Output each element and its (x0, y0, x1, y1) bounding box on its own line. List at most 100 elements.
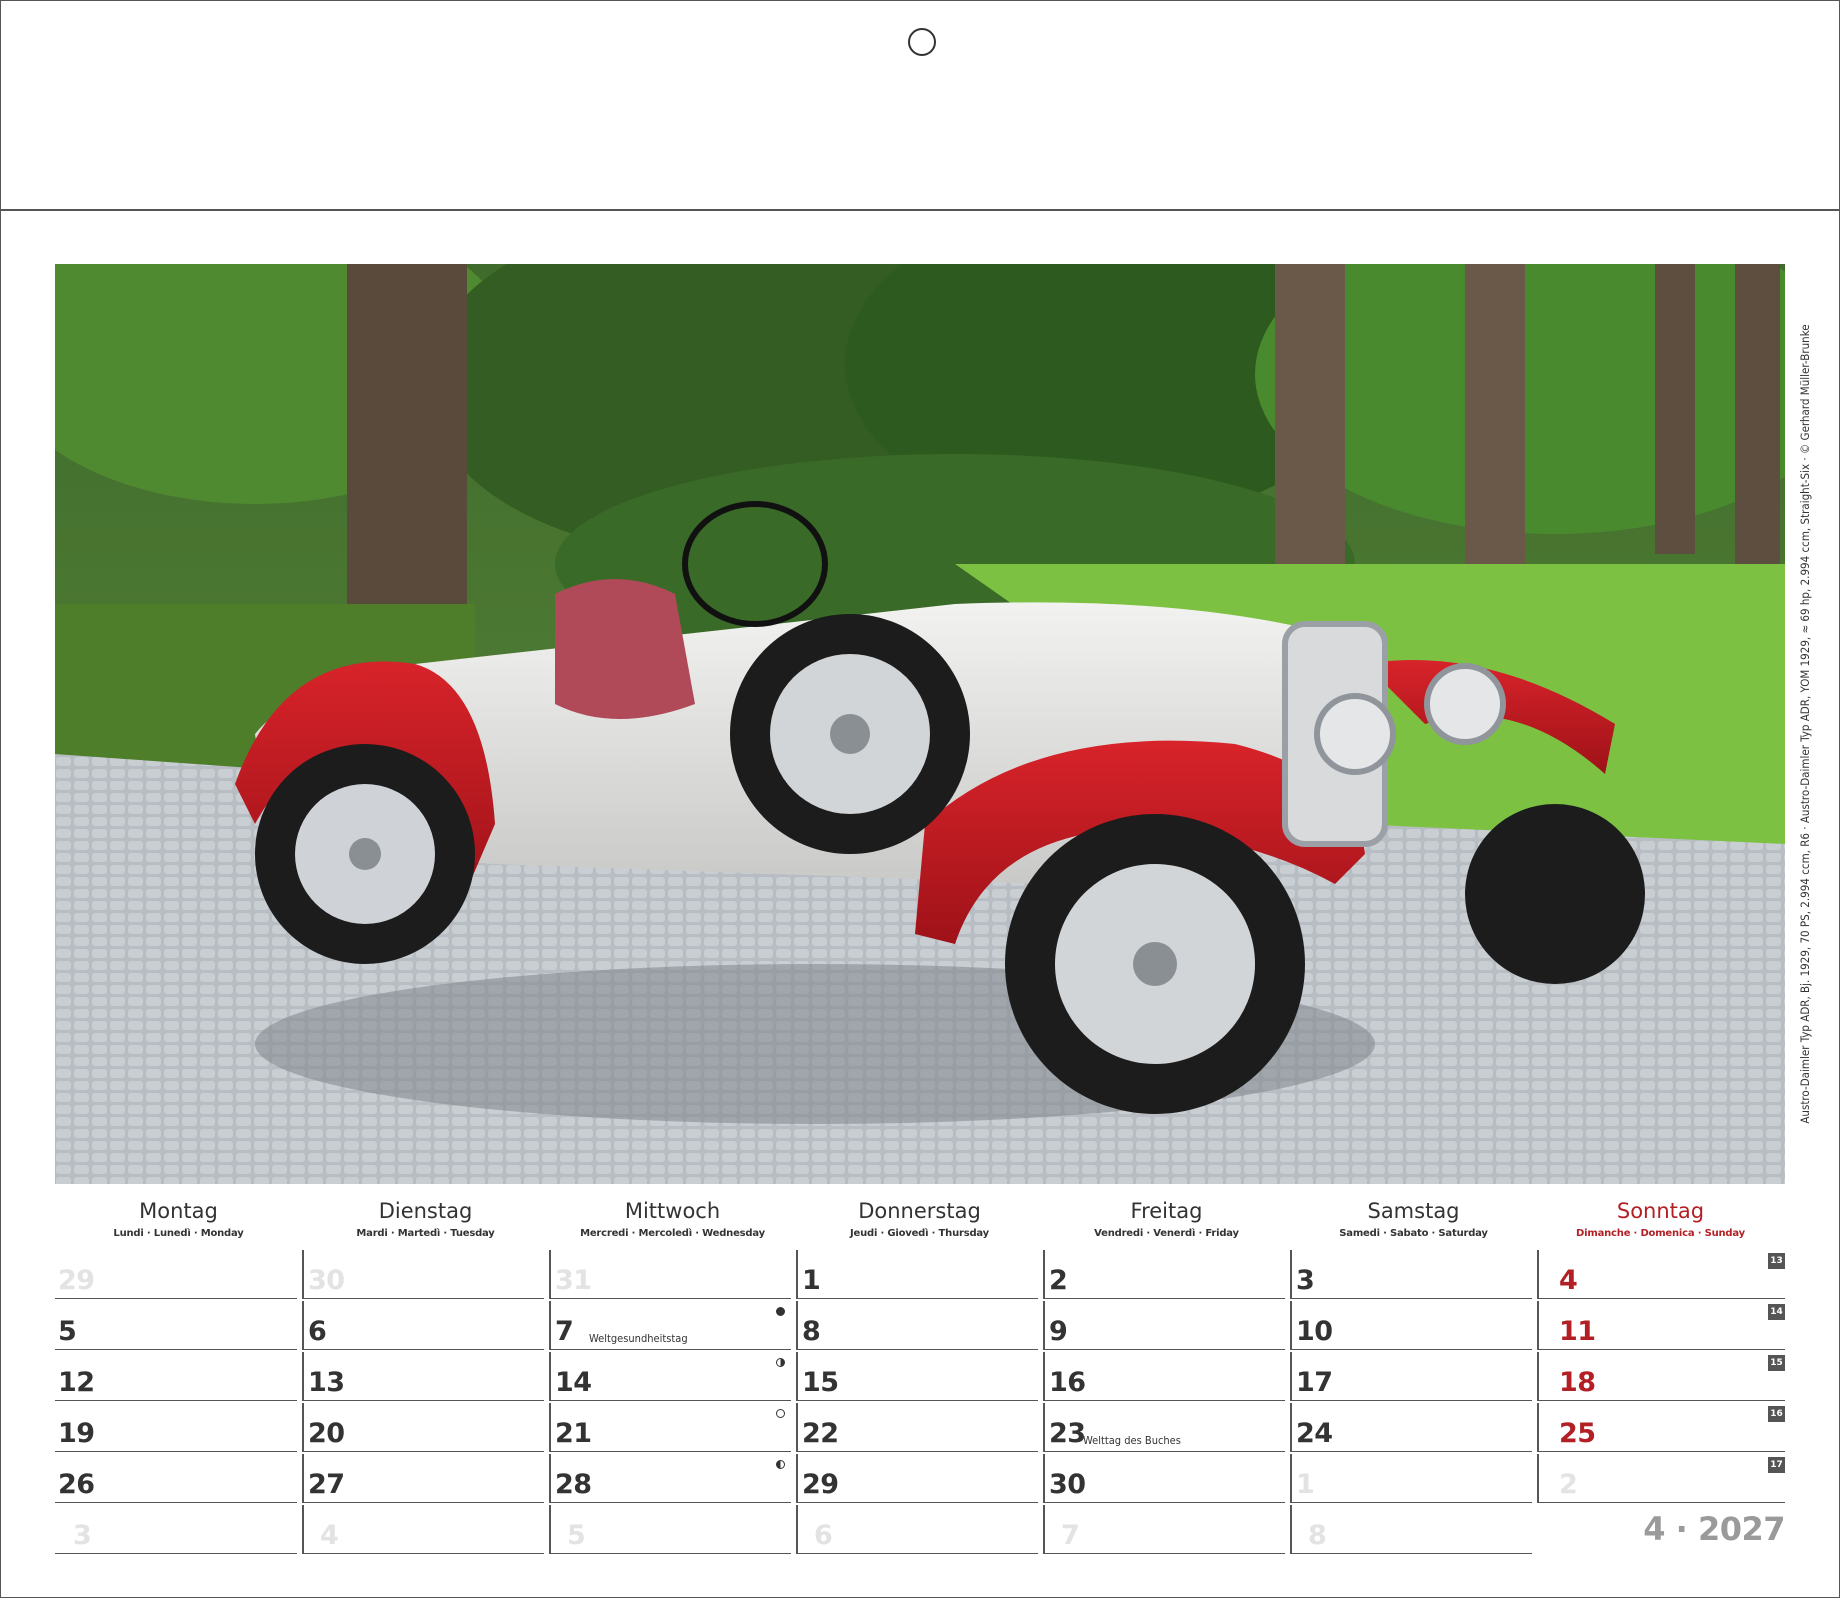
day-cell[interactable]: 28 (549, 1454, 791, 1503)
day-cell[interactable]: 9 (1043, 1301, 1285, 1350)
day-cell[interactable]: 7 (1043, 1505, 1285, 1554)
day-number: 10 (1296, 1316, 1333, 1347)
week-row: 29 30 31 1 2 3 4 13 (55, 1250, 1785, 1301)
day-cell[interactable]: 5 (55, 1301, 297, 1350)
day-number: 22 (802, 1418, 839, 1449)
day-number: 12 (58, 1367, 95, 1398)
day-cell[interactable]: 6 (796, 1505, 1038, 1554)
day-cell[interactable]: 20 (302, 1403, 544, 1452)
day-number: 7 (1061, 1520, 1080, 1551)
day-number: 7 (555, 1316, 574, 1347)
weekday-header-thursday: Donnerstag Jeudi · Giovedì · Thursday (796, 1192, 1043, 1250)
day-cell-sunday[interactable]: 2 17 (1537, 1454, 1785, 1503)
week-number-badge: 13 (1768, 1253, 1785, 1269)
day-number: 8 (1308, 1520, 1327, 1551)
day-number: 19 (58, 1418, 95, 1449)
day-number: 14 (555, 1367, 592, 1398)
last-quarter-moon-icon (776, 1460, 785, 1469)
first-quarter-moon-icon (776, 1358, 785, 1367)
day-cell[interactable]: 3 (1290, 1250, 1532, 1299)
week-number-badge: 17 (1768, 1457, 1785, 1473)
day-cell[interactable]: 2 (1043, 1250, 1285, 1299)
day-cell[interactable]: 29 (796, 1454, 1038, 1503)
weekday-header-tuesday: Dienstag Mardi · Martedì · Tuesday (302, 1192, 549, 1250)
day-cell[interactable]: 24 (1290, 1403, 1532, 1452)
day-cell[interactable]: 30 (1043, 1454, 1285, 1503)
day-cell[interactable]: 14 (549, 1352, 791, 1401)
day-cell[interactable]: 8 (1290, 1505, 1532, 1554)
day-cell-sunday[interactable]: 4 13 (1537, 1250, 1785, 1299)
day-cell[interactable]: 19 (55, 1403, 297, 1452)
day-number: 6 (308, 1316, 327, 1347)
day-cell[interactable]: 1 (1290, 1454, 1532, 1503)
weekday-header-wednesday: Mittwoch Mercredi · Mercoledì · Wednesda… (549, 1192, 796, 1250)
weekday-name: Freitag (1130, 1199, 1203, 1223)
day-number: 3 (73, 1520, 92, 1551)
day-number: 25 (1559, 1418, 1596, 1449)
week-row: 19 20 21 22 23 Welttag des Buches 24 25 16 (55, 1403, 1785, 1454)
week-row: 12 13 14 15 16 17 18 15 (55, 1352, 1785, 1403)
day-cell[interactable]: 23 Welttag des Buches (1043, 1403, 1285, 1452)
day-cell[interactable]: 7 Weltgesundheitstag (549, 1301, 791, 1350)
day-number: 28 (555, 1469, 592, 1500)
day-cell[interactable]: 4 (302, 1505, 544, 1554)
weekday-name: Donnerstag (858, 1199, 981, 1223)
day-cell[interactable]: 30 (302, 1250, 544, 1299)
day-number: 27 (308, 1469, 345, 1500)
day-number: 2 (1049, 1265, 1068, 1296)
day-cell[interactable]: 6 (302, 1301, 544, 1350)
month-year-label: 4 · 2027 (1643, 1510, 1785, 1548)
weekday-header-monday: Montag Lundi · Lunedì · Monday (55, 1192, 302, 1250)
day-cell[interactable]: 29 (55, 1250, 297, 1299)
day-cell[interactable]: 5 (549, 1505, 791, 1554)
holiday-label: Welttag des Buches (1083, 1434, 1181, 1447)
day-cell-sunday[interactable]: 18 15 (1537, 1352, 1785, 1401)
weekday-name: Mittwoch (624, 1199, 721, 1223)
day-number: 4 (320, 1520, 339, 1551)
new-moon-icon (776, 1307, 785, 1316)
day-cell[interactable]: 13 (302, 1352, 544, 1401)
car-photo (55, 264, 1785, 1184)
day-number: 1 (802, 1265, 821, 1296)
day-cell[interactable]: 1 (796, 1250, 1038, 1299)
weekday-name: Sonntag (1616, 1199, 1705, 1223)
day-cell[interactable]: 10 (1290, 1301, 1532, 1350)
day-cell[interactable]: 17 (1290, 1352, 1532, 1401)
week-row: 3 4 5 6 7 8 (55, 1505, 1785, 1556)
week-number-badge: 16 (1768, 1406, 1785, 1422)
weekday-name: Samstag (1367, 1199, 1460, 1223)
day-number: 30 (308, 1265, 345, 1296)
day-cell[interactable]: 15 (796, 1352, 1038, 1401)
day-cell[interactable]: 22 (796, 1403, 1038, 1452)
day-cell-sunday[interactable]: 25 16 (1537, 1403, 1785, 1452)
weekday-header-friday: Freitag Vendredi · Venerdì · Friday (1043, 1192, 1290, 1250)
day-cell[interactable]: 31 (549, 1250, 791, 1299)
day-cell[interactable]: 8 (796, 1301, 1038, 1350)
day-number: 5 (567, 1520, 586, 1551)
day-number: 18 (1559, 1367, 1596, 1398)
day-number: 11 (1559, 1316, 1596, 1347)
weekday-translations: Jeudi · Giovedì · Thursday (850, 1228, 989, 1239)
holiday-label: Weltgesundheitstag (589, 1332, 688, 1345)
day-cell[interactable]: 16 (1043, 1352, 1285, 1401)
day-cell[interactable]: 3 (55, 1505, 297, 1554)
day-number: 24 (1296, 1418, 1333, 1449)
day-number: 30 (1049, 1469, 1086, 1500)
day-number: 17 (1296, 1367, 1333, 1398)
day-cell[interactable]: 27 (302, 1454, 544, 1503)
day-cell-sunday[interactable]: 11 14 (1537, 1301, 1785, 1350)
day-cell[interactable]: 26 (55, 1454, 297, 1503)
day-cell[interactable]: 21 (549, 1403, 791, 1452)
day-cell[interactable]: 12 (55, 1352, 297, 1401)
weekday-translations: Dimanche · Domenica · Sunday (1576, 1228, 1745, 1239)
weekday-name: Montag (139, 1199, 218, 1223)
full-moon-icon (776, 1409, 785, 1418)
day-number: 9 (1049, 1316, 1068, 1347)
weekday-translations: Vendredi · Venerdì · Friday (1094, 1228, 1239, 1239)
weekday-translations: Mercredi · Mercoledì · Wednesday (580, 1228, 765, 1239)
day-number: 20 (308, 1418, 345, 1449)
day-number: 2 (1559, 1469, 1578, 1500)
caption-text: Austro-Daimler Typ ADR, Bj. 1929, 70 PS,… (1798, 324, 1812, 1124)
day-number: 8 (802, 1316, 821, 1347)
weekday-header-sunday: Sonntag Dimanche · Domenica · Sunday (1537, 1192, 1784, 1250)
